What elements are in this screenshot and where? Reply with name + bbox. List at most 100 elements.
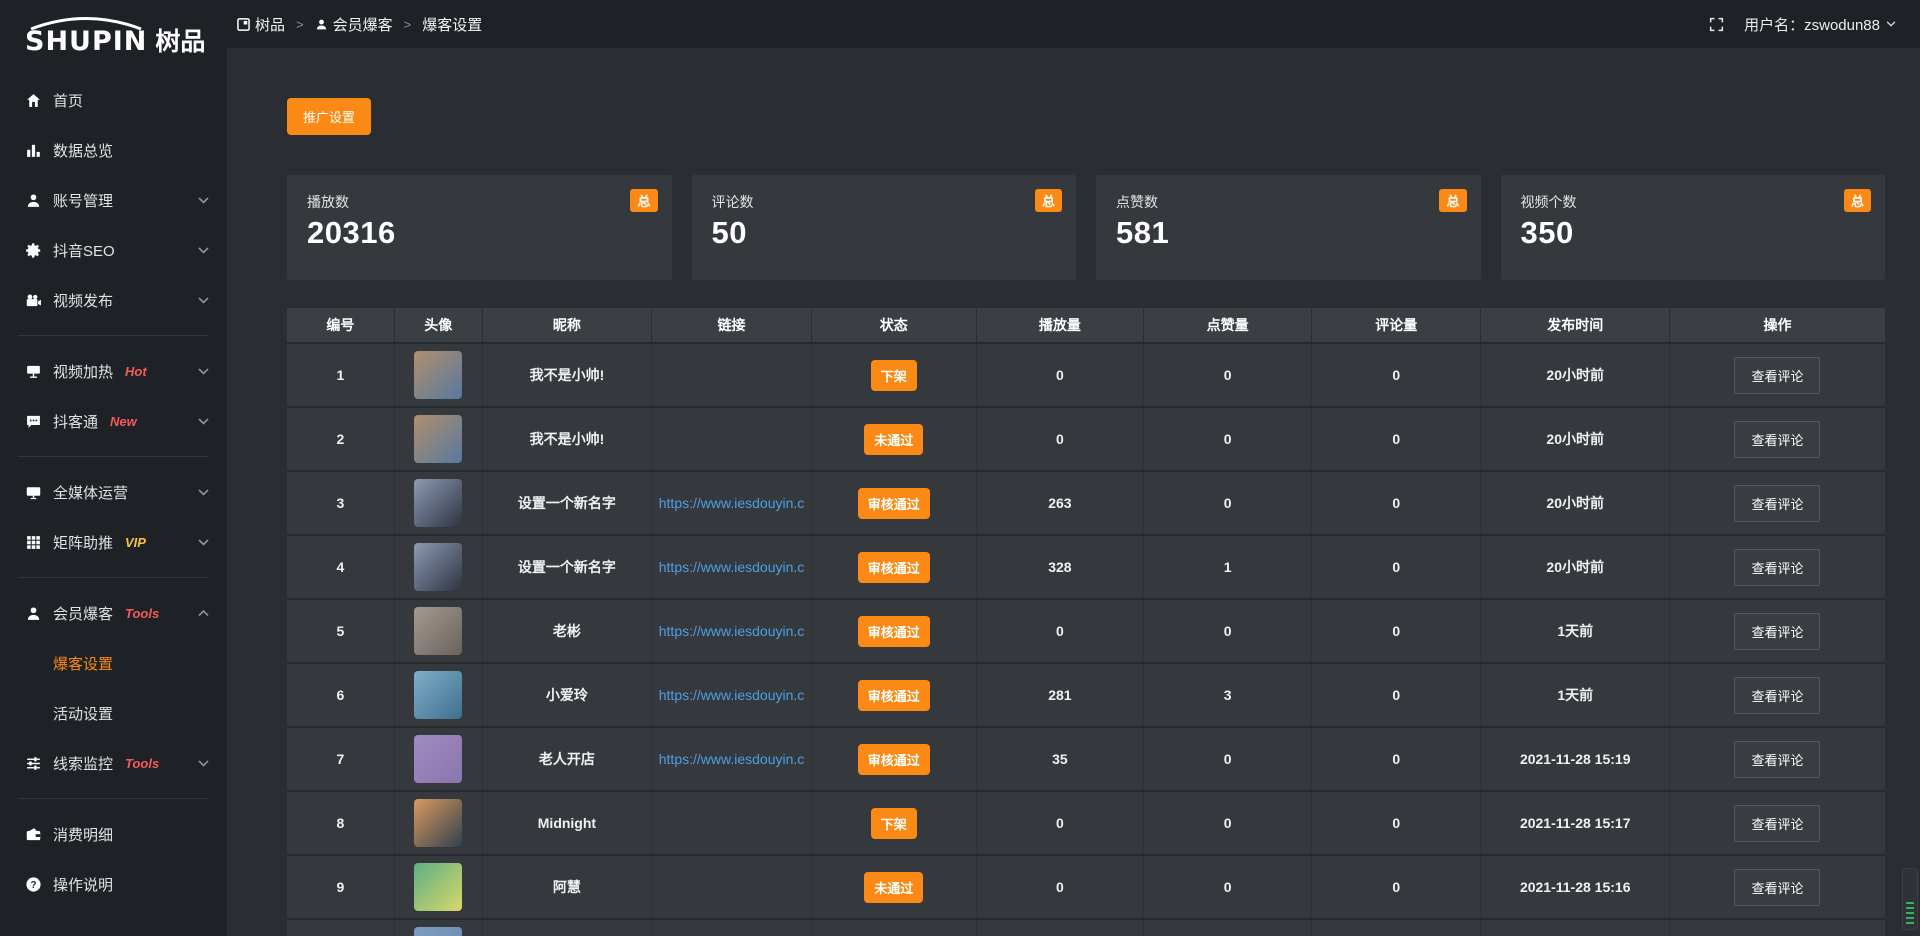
status-badge[interactable]: 未通过 xyxy=(864,872,923,903)
sidebar-item-clue-monitor[interactable]: 线索监控 Tools xyxy=(0,738,227,788)
avatar xyxy=(414,799,462,847)
fullscreen-icon[interactable] xyxy=(1709,17,1724,32)
sliders-icon xyxy=(24,754,42,772)
sidebar-subitem-activity-settings[interactable]: 活动设置 xyxy=(0,688,227,738)
sidebar-item-douketong[interactable]: 抖客通 New xyxy=(0,396,227,446)
app-logo: SHUPIN 树品 xyxy=(0,8,227,61)
breadcrumb-label: 树品 xyxy=(255,14,285,35)
sidebar-item-help[interactable]: ? 操作说明 xyxy=(0,859,227,909)
view-comments-button[interactable]: 查看评论 xyxy=(1734,357,1820,394)
stat-label: 点赞数 xyxy=(1116,192,1461,212)
col-header-likes: 点赞量 xyxy=(1144,308,1312,342)
sidebar-subitem-label: 活动设置 xyxy=(53,703,113,724)
view-comments-button[interactable]: 查看评论 xyxy=(1734,869,1820,906)
video-link[interactable]: https://www.iesdouyin.c xyxy=(659,559,805,575)
chevron-down-icon xyxy=(198,247,209,254)
promotion-settings-button[interactable]: 推广设置 xyxy=(287,98,371,135)
sidebar-item-douyin-seo[interactable]: 抖音SEO xyxy=(0,225,227,275)
screen-icon xyxy=(24,362,42,380)
breadcrumb-separator: > xyxy=(402,17,414,32)
nickname: Midnight xyxy=(538,815,596,831)
view-comments-button[interactable]: 查看评论 xyxy=(1734,549,1820,586)
sidebar-item-all-media[interactable]: 全媒体运营 xyxy=(0,467,227,517)
col-header-no: 编号 xyxy=(287,308,395,342)
sidebar-item-account-management[interactable]: 账号管理 xyxy=(0,175,227,225)
col-header-actions: 操作 xyxy=(1670,308,1885,342)
video-link[interactable]: https://www.iesdouyin.c xyxy=(659,495,805,511)
sidebar-item-label: 抖音SEO xyxy=(53,240,115,261)
sidebar-subitem-baoke-settings[interactable]: 爆客设置 xyxy=(0,638,227,688)
sidebar-item-matrix-boost[interactable]: 矩阵助推 VIP xyxy=(0,517,227,567)
status-badge[interactable]: 审核通过 xyxy=(858,744,930,775)
status-badge[interactable]: 下架 xyxy=(871,808,917,839)
status-badge[interactable]: 审核通过 xyxy=(858,552,930,583)
plays-count: 0 xyxy=(1056,367,1064,383)
sidebar-item-video-heat[interactable]: 视频加热 Hot xyxy=(0,346,227,396)
publish-time: 2021-11-28 15:19 xyxy=(1520,751,1631,767)
sidebar-item-member-baoke[interactable]: 会员爆客 Tools xyxy=(0,588,227,638)
status-badge[interactable]: 审核通过 xyxy=(858,488,930,519)
vip-badge: VIP xyxy=(125,535,146,550)
stat-card-likes: 点赞数 581 总 xyxy=(1096,175,1481,280)
avatar xyxy=(414,927,462,936)
view-comments-button[interactable]: 查看评论 xyxy=(1734,421,1820,458)
view-comments-button[interactable]: 查看评论 xyxy=(1734,613,1820,650)
question-circle-icon: ? xyxy=(24,875,42,893)
view-comments-button[interactable]: 查看评论 xyxy=(1734,485,1820,522)
nickname: 老人开店 xyxy=(539,749,595,769)
status-badge[interactable]: 下架 xyxy=(871,360,917,391)
video-link[interactable]: https://www.iesdouyin.c xyxy=(659,687,805,703)
total-badge: 总 xyxy=(1439,189,1466,212)
video-link[interactable]: https://www.iesdouyin.c xyxy=(659,751,805,767)
chevron-down-icon xyxy=(198,760,209,767)
video-link[interactable]: https://www.iesdouyin.c xyxy=(659,623,805,639)
user-icon xyxy=(24,191,42,209)
breadcrumb-item-shupin[interactable]: 树品 xyxy=(237,14,285,35)
view-comments-button[interactable]: 查看评论 xyxy=(1734,805,1820,842)
sidebar-item-label: 首页 xyxy=(53,90,83,111)
chevron-down-icon xyxy=(198,297,209,304)
sidebar-item-label: 抖客通 xyxy=(53,411,98,432)
status-badge[interactable]: 未通过 xyxy=(864,424,923,455)
stat-card-comments: 评论数 50 总 xyxy=(692,175,1077,280)
view-comments-button[interactable]: 查看评论 xyxy=(1734,677,1820,714)
sidebar-divider xyxy=(18,577,209,578)
table-row: 7 老人开店 https://www.iesdouyin.c 审核通过 35 0… xyxy=(287,726,1885,790)
scroll-widget[interactable] xyxy=(1902,868,1918,930)
likes-count: 0 xyxy=(1224,495,1232,511)
stat-label: 视频个数 xyxy=(1521,192,1866,212)
username-label: 用户名：zswodun88 xyxy=(1744,14,1880,35)
sidebar-item-video-publish[interactable]: 视频发布 xyxy=(0,275,227,325)
logo-text-cn: 树品 xyxy=(155,29,205,55)
status-badge[interactable]: 审核通过 xyxy=(858,680,930,711)
nickname: 设置一个新名字 xyxy=(518,557,616,577)
row-number: 6 xyxy=(337,687,345,703)
publish-time: 1天前 xyxy=(1557,621,1593,641)
plays-count: 0 xyxy=(1056,431,1064,447)
sidebar-item-home[interactable]: 首页 xyxy=(0,75,227,125)
stat-label: 播放数 xyxy=(307,192,652,212)
stat-card-videos: 视频个数 350 总 xyxy=(1501,175,1886,280)
breadcrumb-item-baoke-settings[interactable]: 爆客设置 xyxy=(422,14,482,35)
likes-count: 3 xyxy=(1224,687,1232,703)
video-camera-icon xyxy=(24,291,42,309)
status-badge[interactable]: 审核通过 xyxy=(858,616,930,647)
sidebar-divider xyxy=(18,798,209,799)
sidebar-item-label: 会员爆客 xyxy=(53,603,113,624)
breadcrumb-item-member-baoke[interactable]: 会员爆客 xyxy=(315,14,393,35)
row-number: 3 xyxy=(337,495,345,511)
home-icon xyxy=(24,91,42,109)
sidebar-item-data-overview[interactable]: 数据总览 xyxy=(0,125,227,175)
table-row: 4 设置一个新名字 https://www.iesdouyin.c 审核通过 3… xyxy=(287,534,1885,598)
user-menu[interactable]: 用户名：zswodun88 xyxy=(1744,14,1896,35)
col-header-status: 状态 xyxy=(812,308,977,342)
comments-count: 0 xyxy=(1392,815,1400,831)
sidebar-divider xyxy=(18,456,209,457)
svg-text:?: ? xyxy=(30,880,36,891)
table-row: 2 我不是小帅! 未通过 0 0 0 20小时前 查看评论 xyxy=(287,406,1885,470)
plays-count: 328 xyxy=(1048,559,1071,575)
sidebar-item-label: 矩阵助推 xyxy=(53,532,113,553)
sidebar-item-spend-details[interactable]: 消费明细 xyxy=(0,809,227,859)
view-comments-button[interactable]: 查看评论 xyxy=(1734,741,1820,778)
publish-time: 20小时前 xyxy=(1546,557,1604,577)
